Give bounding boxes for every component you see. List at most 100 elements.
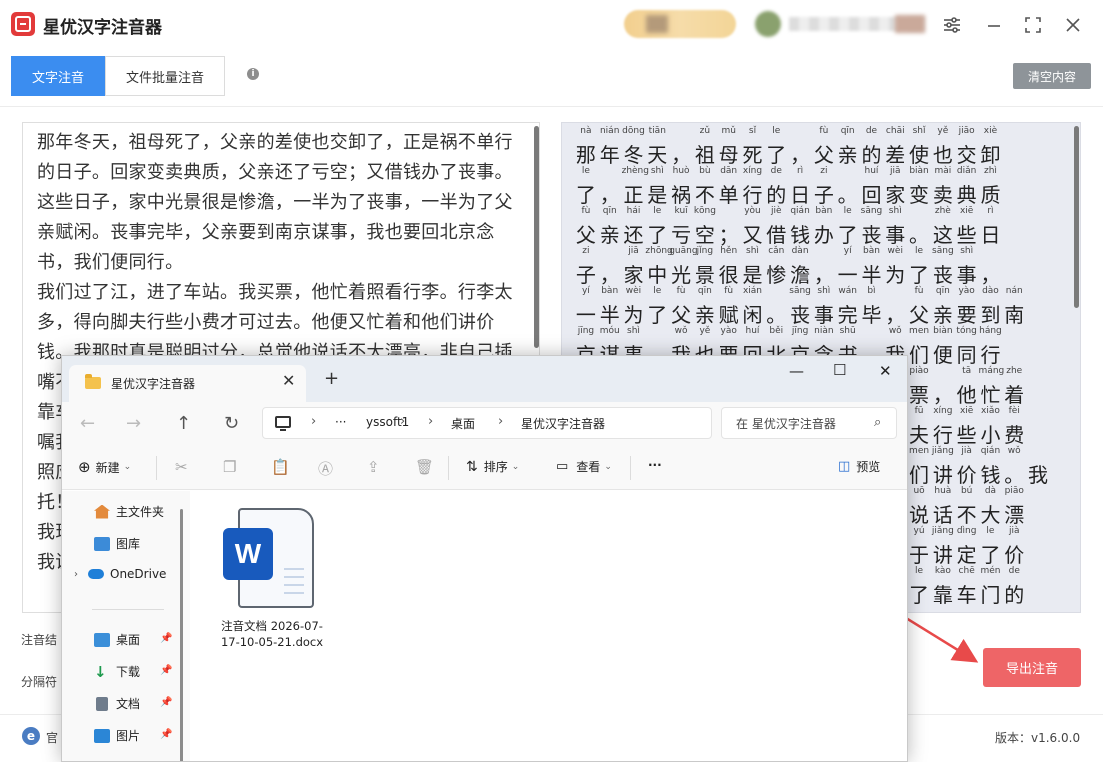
breadcrumb-yssoft1[interactable]: yssoft1 bbox=[366, 415, 409, 429]
copy-icon[interactable]: ❐ bbox=[223, 458, 236, 476]
hanzi-char: 母 bbox=[718, 143, 739, 167]
hanzi-char: 很 bbox=[718, 263, 739, 287]
preview-button[interactable]: ◫ 预览 bbox=[838, 458, 880, 475]
file-item-docx[interactable]: W 注音文档 2026-07-17-10-05-21.docx bbox=[212, 504, 332, 674]
hanzi-char: 是 bbox=[647, 183, 668, 207]
hanzi-char: 他 bbox=[956, 383, 977, 407]
pinyin-syllable: fù bbox=[724, 286, 734, 296]
tab-batch-file-annotation[interactable]: 文件批量注音 bbox=[105, 56, 226, 96]
hanzi-row: 那年冬天，祖母死了，父亲的差使也交卸 bbox=[574, 139, 1080, 167]
user-account-blurred[interactable] bbox=[755, 11, 925, 37]
rename-icon[interactable]: Ⓐ bbox=[318, 458, 333, 479]
more-options-button[interactable]: ··· bbox=[648, 458, 662, 472]
app-logo-icon bbox=[11, 12, 35, 36]
nav-item-downloads[interactable]: ↓ 下载 bbox=[94, 663, 140, 680]
new-button[interactable]: ⊕ 新建 ⌄ bbox=[78, 458, 131, 476]
vip-badge-blurred[interactable] bbox=[624, 10, 736, 38]
hanzi-char: 那 bbox=[575, 143, 596, 167]
pinyin-syllable bbox=[931, 366, 955, 379]
pinyin-syllable: jīng bbox=[577, 326, 595, 336]
document-icon bbox=[96, 696, 108, 711]
pinyin-syllable: zhe bbox=[1006, 366, 1023, 376]
view-button[interactable]: ▭ 查看 ⌄ bbox=[556, 458, 612, 475]
pinyin-syllable: háng bbox=[979, 326, 1002, 336]
hanzi-char: 们 bbox=[909, 463, 930, 487]
nav-item-onedrive[interactable]: › OneDrive bbox=[74, 567, 166, 581]
hanzi-char: 了 bbox=[647, 223, 668, 247]
breadcrumb-separator-icon: › bbox=[428, 414, 434, 429]
pinyin-line: nà nián dōng tiān zǔ mǔ sǐ le fù qīn de chāi shǐ yě ji… bbox=[574, 126, 1080, 167]
pinyin-syllable: kōng bbox=[693, 206, 716, 216]
hanzi-char: 门 bbox=[980, 583, 1001, 607]
pinyin-syllable: bàn bbox=[601, 286, 619, 296]
refresh-icon[interactable]: ↻ bbox=[224, 413, 239, 434]
hanzi-char: ， bbox=[790, 143, 811, 167]
hanzi-char: ， bbox=[599, 183, 620, 207]
search-input[interactable]: 在 星优汉字注音器 ⌕ bbox=[721, 407, 897, 439]
output-scrollbar[interactable] bbox=[1074, 126, 1079, 308]
nav-label: 桌面 bbox=[116, 633, 141, 647]
nav-scrollbar[interactable] bbox=[180, 509, 183, 761]
cut-icon[interactable]: ✂ bbox=[175, 458, 188, 476]
forward-icon[interactable]: → bbox=[126, 413, 141, 434]
tab-text-annotation[interactable]: 文字注音 bbox=[11, 56, 106, 96]
hanzi-char: 一 bbox=[837, 263, 858, 287]
browser-icon[interactable]: e bbox=[22, 727, 40, 745]
hanzi-char: 讲 bbox=[932, 463, 953, 487]
pinyin-syllable: yě bbox=[699, 326, 711, 336]
nav-item-desktop[interactable]: 桌面 bbox=[94, 631, 140, 648]
hanzi-row: 一半为了父亲赋闲。丧事完毕，父亲要到南 bbox=[574, 299, 1080, 327]
hanzi-char: 的 bbox=[861, 143, 882, 167]
input-scrollbar[interactable] bbox=[534, 126, 539, 348]
maximize-icon[interactable] bbox=[1021, 13, 1045, 37]
pinyin-syllable: qīn bbox=[697, 286, 712, 296]
pinyin-syllable: shì bbox=[960, 246, 974, 256]
hanzi-char: 使 bbox=[909, 143, 930, 167]
breadcrumb-desktop[interactable]: 桌面 bbox=[451, 415, 475, 432]
pinyin-syllable: huò bbox=[672, 166, 690, 176]
hanzi-char: 丧 bbox=[861, 223, 882, 247]
share-icon[interactable]: ⇪ bbox=[367, 458, 380, 476]
minimize-icon[interactable]: — bbox=[789, 362, 804, 380]
hanzi-char: 完 bbox=[837, 303, 858, 327]
nav-item-gallery[interactable]: 图库 bbox=[94, 535, 140, 552]
nav-item-documents[interactable]: 文档 bbox=[94, 695, 140, 712]
breadcrumb-current-folder[interactable]: 星优汉字注音器 bbox=[521, 415, 605, 432]
pinyin-syllable: men bbox=[909, 446, 930, 456]
pinyin-syllable: jiǎng bbox=[931, 446, 954, 456]
minimize-icon[interactable] bbox=[982, 13, 1006, 37]
nav-label: 下载 bbox=[116, 665, 141, 679]
nav-item-home[interactable]: 主文件夹 bbox=[94, 503, 164, 520]
settings-icon[interactable] bbox=[940, 13, 964, 37]
up-icon[interactable]: ↑ bbox=[176, 413, 191, 434]
pinyin-syllable: xiè bbox=[983, 126, 998, 136]
new-tab-icon[interactable]: + bbox=[324, 368, 339, 389]
hanzi-char: 办 bbox=[813, 223, 834, 247]
clear-content-button[interactable]: 清空内容 bbox=[1013, 63, 1091, 89]
back-icon[interactable]: ← bbox=[80, 413, 95, 434]
pinyin-syllable: móu bbox=[599, 326, 620, 336]
pinyin-syllable: le bbox=[653, 206, 662, 216]
official-site-link[interactable]: 官 bbox=[46, 729, 58, 746]
pinyin-syllable: fù bbox=[819, 126, 829, 136]
delete-icon[interactable]: 🗑 bbox=[415, 458, 434, 476]
address-bar[interactable]: › ··· › yssoft1 › 桌面 › 星优汉字注音器 bbox=[262, 407, 712, 439]
explorer-tab[interactable]: 星优汉字注音器 ✕ bbox=[69, 365, 306, 402]
sort-button[interactable]: ⇅ 排序 ⌄ bbox=[466, 458, 519, 475]
maximize-icon[interactable]: ☐ bbox=[833, 361, 846, 379]
pinyin-syllable: wèi bbox=[625, 286, 642, 296]
paste-icon[interactable]: 📋 bbox=[271, 458, 290, 476]
close-icon[interactable]: ✕ bbox=[879, 362, 892, 380]
hanzi-char: 丧 bbox=[932, 263, 953, 287]
hanzi-char: 南 bbox=[1004, 303, 1025, 327]
hanzi-char: 差 bbox=[885, 143, 906, 167]
hanzi-char: 票 bbox=[909, 383, 930, 407]
divider bbox=[630, 456, 631, 480]
tab-close-icon[interactable]: ✕ bbox=[282, 371, 295, 390]
info-icon[interactable]: i bbox=[247, 68, 259, 80]
export-annotation-button[interactable]: 导出注音 bbox=[983, 648, 1081, 687]
breadcrumb-more[interactable]: ··· bbox=[335, 415, 346, 429]
nav-item-pictures[interactable]: 图片 bbox=[94, 727, 140, 744]
close-icon[interactable] bbox=[1061, 13, 1085, 37]
pinyin-syllable: jiā bbox=[628, 246, 639, 256]
